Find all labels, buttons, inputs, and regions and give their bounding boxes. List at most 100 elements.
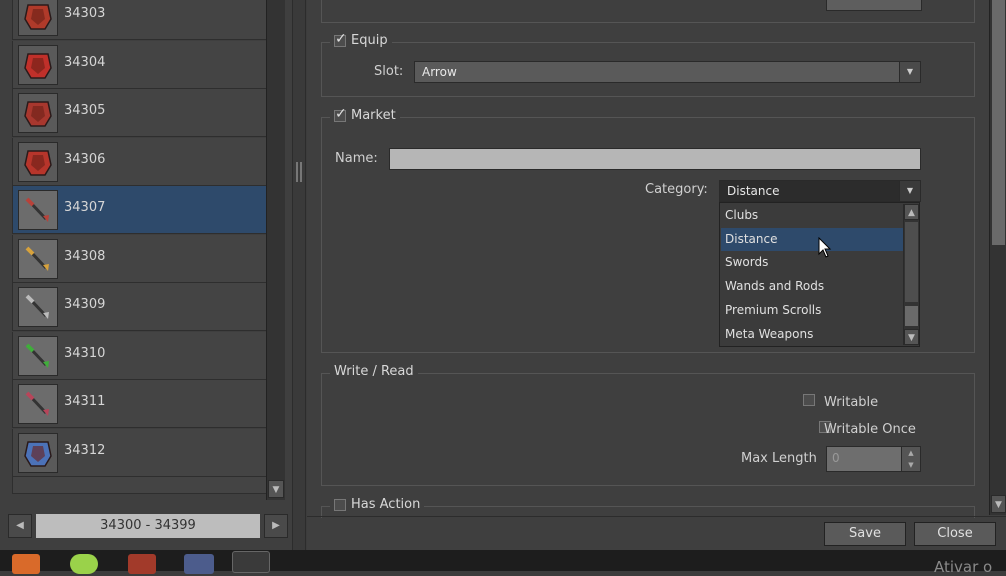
item-id: 34311 <box>64 394 106 409</box>
writable-once-label: Writable Once <box>824 422 916 437</box>
app-icon-helmet[interactable] <box>128 554 156 574</box>
scroll-thumb[interactable] <box>992 0 1005 245</box>
category-dropdown-list[interactable]: ▲ ▼ Clubs Distance Swords Wands and Rods Pre… <box>719 202 920 347</box>
dropdown-scroll-thumb-lower[interactable] <box>905 306 918 326</box>
max-length-label: Max Length <box>741 451 817 466</box>
write-read-legend: Write / Read <box>330 364 418 379</box>
list-item[interactable]: 34305 <box>12 89 267 137</box>
max-length-value: 0 <box>832 451 840 465</box>
item-list-panel: 34303 34304 34305 34306 34307 34308 34309 34310… <box>0 0 292 550</box>
previous-group <box>321 0 975 23</box>
equip-checkbox[interactable] <box>334 31 347 47</box>
item-list-scrollbar[interactable]: ▼ <box>266 0 285 500</box>
list-item-partial[interactable] <box>12 477 267 494</box>
scroll-up-icon[interactable]: ▲ <box>904 204 919 220</box>
slot-select[interactable]: Arrow ▼ <box>414 61 921 83</box>
page-navigator: ◀ 34300 - 34399 ▶ <box>8 514 288 538</box>
panel-splitter[interactable] <box>292 0 306 550</box>
writable-checkbox[interactable] <box>803 394 815 406</box>
activation-watermark: Ativar o <box>934 558 993 576</box>
name-input[interactable] <box>389 148 921 170</box>
list-item[interactable]: 34310 <box>12 331 267 380</box>
item-sprite-icon <box>18 432 58 473</box>
item-id: 34305 <box>64 103 106 118</box>
market-checkbox[interactable] <box>334 106 347 122</box>
market-label: Market <box>351 108 396 123</box>
item-id: 34309 <box>64 297 106 312</box>
category-option[interactable]: Wands and Rods <box>721 275 903 298</box>
item-sprite-icon <box>18 287 58 327</box>
list-item[interactable]: 34311 <box>12 380 267 428</box>
taskbar: Ativar o <box>0 550 1006 576</box>
scroll-down-icon[interactable]: ▼ <box>904 329 919 345</box>
item-id: 34310 <box>64 345 106 361</box>
item-sprite-icon <box>18 141 58 182</box>
has-action-checkbox[interactable] <box>334 498 346 511</box>
item-id: 34303 <box>64 6 106 21</box>
slot-value: Arrow <box>422 65 457 79</box>
category-select[interactable]: Distance ▼ <box>719 180 921 202</box>
item-id: 34307 <box>64 200 106 215</box>
list-item[interactable]: 34304 <box>12 40 267 89</box>
has-action-legend[interactable]: Has Action <box>330 497 425 512</box>
dropdown-scrollbar[interactable]: ▲ ▼ <box>903 204 919 345</box>
chevron-down-icon[interactable]: ▼ <box>899 62 920 82</box>
item-id: 34312 <box>64 442 106 458</box>
spin-up-icon[interactable]: ▲ <box>901 447 920 459</box>
splitter-grip-icon[interactable] <box>296 162 302 182</box>
item-sprite-icon <box>18 238 58 279</box>
market-legend[interactable]: Market <box>330 106 400 123</box>
item-sprite-icon <box>18 335 58 376</box>
close-button[interactable]: Close <box>914 522 996 546</box>
max-length-spinbox[interactable]: 0 ▲ ▼ <box>826 446 921 472</box>
category-label: Category: <box>645 182 708 197</box>
scroll-down-icon[interactable]: ▼ <box>268 480 284 498</box>
partial-spinbox[interactable] <box>826 0 922 11</box>
next-page-icon[interactable]: ▶ <box>264 514 288 538</box>
category-option[interactable]: Meta Weapons <box>721 323 903 346</box>
list-item[interactable]: 34312 <box>12 428 267 477</box>
chevron-down-icon[interactable]: ▼ <box>899 181 920 201</box>
scroll-down-icon[interactable]: ▼ <box>991 495 1006 513</box>
name-label: Name: <box>335 151 378 166</box>
list-item[interactable]: 34307 <box>12 186 267 234</box>
item-id: 34306 <box>64 151 106 167</box>
item-sprite-icon <box>18 0 58 36</box>
equip-legend[interactable]: Equip <box>330 31 392 48</box>
item-list[interactable]: 34303 34304 34305 34306 34307 34308 34309 34310… <box>12 0 268 500</box>
list-item[interactable]: 34303 <box>12 0 267 40</box>
app-icon-active-window[interactable] <box>232 551 270 573</box>
category-option[interactable]: Clubs <box>721 204 903 227</box>
item-sprite-icon <box>18 190 58 230</box>
item-sprite-icon <box>18 384 58 424</box>
list-item[interactable]: 34308 <box>12 234 267 283</box>
app-icon-orange[interactable] <box>12 554 40 574</box>
mouse-cursor-icon <box>818 237 832 258</box>
category-option[interactable]: Distance <box>721 227 903 251</box>
properties-scrollbar[interactable]: ▼ <box>989 0 1006 515</box>
item-sprite-icon <box>18 44 58 85</box>
category-option[interactable]: Swords <box>721 251 903 274</box>
write-read-label: Write / Read <box>334 364 414 379</box>
writable-label: Writable <box>824 395 879 410</box>
list-item[interactable]: 34306 <box>12 137 267 186</box>
spin-down-icon[interactable]: ▼ <box>901 459 920 471</box>
app-icon-green[interactable] <box>70 554 98 574</box>
write-read-group: Write / Read Writable Writable Once Max … <box>321 364 975 486</box>
equip-label: Equip <box>351 33 388 48</box>
page-range[interactable]: 34300 - 34399 <box>36 514 260 538</box>
category-value: Distance <box>727 184 780 198</box>
dropdown-scroll-thumb[interactable] <box>905 222 918 302</box>
has-action-label: Has Action <box>351 497 421 512</box>
slot-label: Slot: <box>374 64 404 79</box>
category-option[interactable]: Premium Scrolls <box>721 299 903 322</box>
button-bar-divider <box>307 516 1006 517</box>
app-icon-grid[interactable] <box>184 554 214 574</box>
list-item[interactable]: 34309 <box>12 283 267 331</box>
equip-group: Equip Slot: Arrow ▼ <box>321 31 975 97</box>
item-sprite-icon <box>18 93 58 133</box>
save-button[interactable]: Save <box>824 522 906 546</box>
prev-page-icon[interactable]: ◀ <box>8 514 32 538</box>
item-id: 34304 <box>64 54 106 70</box>
item-id: 34308 <box>64 248 106 264</box>
